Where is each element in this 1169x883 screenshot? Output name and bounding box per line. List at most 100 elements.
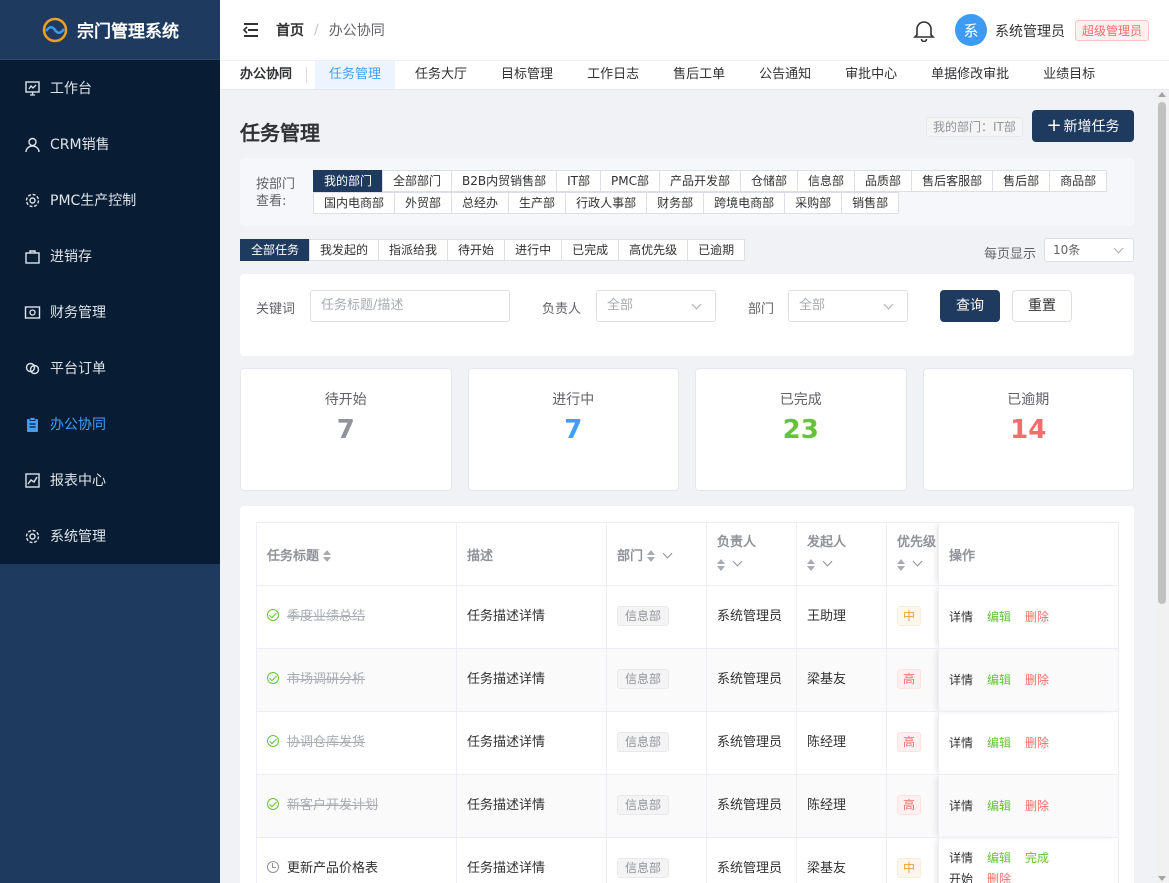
sidebar-item-8[interactable]: 系统管理: [0, 508, 220, 564]
tab-6[interactable]: 审批中心: [831, 61, 911, 89]
avatar[interactable]: 系: [955, 14, 987, 46]
op-1-button[interactable]: 编辑: [987, 673, 1011, 687]
op-0-button[interactable]: 详情: [949, 736, 973, 750]
op-1-button[interactable]: 编辑: [987, 799, 1011, 813]
dept-option[interactable]: 我的部门: [313, 170, 384, 192]
filter-chevron-icon[interactable]: [662, 548, 673, 558]
keyword-input[interactable]: 任务标题/描述: [310, 290, 510, 322]
op-4-button[interactable]: 删除: [987, 872, 1011, 883]
stat-card[interactable]: 已完成 23: [695, 368, 907, 491]
filter-chevron-icon[interactable]: [912, 556, 923, 567]
dept-select[interactable]: 全部: [788, 290, 908, 322]
table-row[interactable]: 更新产品价格表 任务描述详情 信息部 系统管理员 梁基友中 详情 编辑 完成 开始 删除: [256, 837, 1119, 883]
sort-icon[interactable]: [807, 558, 816, 572]
sidebar-item-4[interactable]: 财务管理: [0, 284, 220, 340]
col-header-creator[interactable]: 发起人: [796, 522, 887, 586]
status-filter-option[interactable]: 全部任务: [240, 239, 311, 261]
table-row[interactable]: 新客户开发计划 任务描述详情 信息部 系统管理员 陈经理高详情 编辑 删除: [256, 774, 1119, 838]
per-page-select[interactable]: 10条: [1044, 238, 1134, 262]
dept-option[interactable]: 跨境电商部: [703, 192, 786, 214]
tab-8[interactable]: 业绩目标: [1029, 61, 1109, 89]
status-filter-option[interactable]: 已完成: [561, 239, 620, 261]
status-filter-option[interactable]: 我发起的: [309, 239, 380, 261]
scroll-down-icon[interactable]: [1158, 876, 1166, 881]
dept-option[interactable]: 全部部门: [382, 170, 453, 192]
dept-option[interactable]: 国内电商部: [313, 192, 396, 214]
filter-chevron-icon[interactable]: [822, 556, 833, 567]
breadcrumb-home[interactable]: 首页: [276, 20, 304, 40]
dept-option[interactable]: B2B内贸销售部: [451, 170, 558, 192]
cell-title[interactable]: 季度业绩总结: [256, 585, 457, 649]
dept-option[interactable]: 销售部: [841, 192, 900, 214]
sort-icon[interactable]: [717, 558, 726, 572]
dept-option[interactable]: 仓储部: [740, 170, 799, 192]
sort-icon[interactable]: [647, 549, 656, 563]
tab-3[interactable]: 工作日志: [573, 61, 653, 89]
dept-option[interactable]: 产品开发部: [659, 170, 742, 192]
sidebar-item-5[interactable]: 平台订单: [0, 340, 220, 396]
op-2-button[interactable]: 删除: [1025, 673, 1049, 687]
tab-2[interactable]: 目标管理: [487, 61, 567, 89]
col-header-priority[interactable]: 优先级: [886, 522, 939, 586]
op-0-button[interactable]: 详情: [949, 673, 973, 687]
add-task-button[interactable]: + 新增任务: [1032, 110, 1134, 142]
op-0-button[interactable]: 详情: [949, 610, 973, 624]
table-row[interactable]: 季度业绩总结 任务描述详情 信息部 系统管理员 王助理中详情 编辑 删除: [256, 585, 1119, 649]
tab-5[interactable]: 公告通知: [745, 61, 825, 89]
op-1-button[interactable]: 编辑: [987, 851, 1011, 865]
tab-7[interactable]: 单据修改审批: [917, 61, 1023, 89]
op-2-button[interactable]: 完成: [1025, 851, 1049, 865]
op-0-button[interactable]: 详情: [949, 799, 973, 813]
op-2-button[interactable]: 删除: [1025, 799, 1049, 813]
status-filter-option[interactable]: 进行中: [504, 239, 563, 261]
stat-card[interactable]: 已逾期 14: [922, 368, 1134, 491]
dept-option[interactable]: 商品部: [1049, 170, 1108, 192]
dept-option[interactable]: 品质部: [854, 170, 913, 192]
scrollbar-thumb[interactable]: [1158, 102, 1166, 604]
status-filter-option[interactable]: 已逾期: [687, 239, 746, 261]
col-header-dept[interactable]: 部门: [606, 522, 707, 586]
op-2-button[interactable]: 删除: [1025, 736, 1049, 750]
table-row[interactable]: 协调仓库发货 任务描述详情 信息部 系统管理员 陈经理高详情 编辑 删除: [256, 711, 1119, 775]
table-row[interactable]: 市场调研分析 任务描述详情 信息部 系统管理员 梁基友高详情 编辑 删除: [256, 648, 1119, 712]
query-button[interactable]: 查询: [940, 290, 1000, 322]
cell-title[interactable]: 更新产品价格表: [256, 837, 457, 883]
sidebar-item-0[interactable]: 工作台: [0, 60, 220, 116]
dept-option[interactable]: 总经办: [451, 192, 510, 214]
sort-icon[interactable]: [323, 549, 332, 563]
tab-0[interactable]: 任务管理: [315, 61, 396, 89]
op-1-button[interactable]: 编辑: [987, 736, 1011, 750]
op-2-button[interactable]: 删除: [1025, 610, 1049, 624]
status-filter-option[interactable]: 指派给我: [378, 239, 449, 261]
op-1-button[interactable]: 编辑: [987, 610, 1011, 624]
col-header-owner[interactable]: 负责人: [706, 522, 797, 586]
dept-option[interactable]: 行政人事部: [565, 192, 648, 214]
user-name[interactable]: 系统管理员: [995, 21, 1065, 41]
dept-option[interactable]: 售后客服部: [911, 170, 994, 192]
tab-4[interactable]: 售后工单: [659, 61, 739, 89]
dept-option[interactable]: 信息部: [797, 170, 856, 192]
page-scrollbar[interactable]: [1155, 90, 1169, 883]
tab-1[interactable]: 任务大厅: [401, 61, 481, 89]
op-3-button[interactable]: 开始: [949, 872, 973, 883]
cell-title[interactable]: 新客户开发计划: [256, 774, 457, 838]
stat-card[interactable]: 待开始 7: [240, 368, 452, 491]
sort-icon[interactable]: [897, 558, 906, 572]
dept-option[interactable]: 采购部: [784, 192, 843, 214]
sidebar-item-2[interactable]: PMC生产控制: [0, 172, 220, 228]
sidebar-item-1[interactable]: CRM销售: [0, 116, 220, 172]
dept-option[interactable]: PMC部: [600, 170, 660, 192]
filter-chevron-icon[interactable]: [732, 556, 743, 567]
menu-toggle-icon[interactable]: [242, 21, 260, 39]
sidebar-item-6[interactable]: 办公协同: [0, 396, 220, 452]
dept-option[interactable]: 财务部: [646, 192, 705, 214]
dept-option[interactable]: 生产部: [508, 192, 567, 214]
op-0-button[interactable]: 详情: [949, 851, 973, 865]
cell-title[interactable]: 市场调研分析: [256, 648, 457, 712]
bell-icon[interactable]: [913, 18, 935, 42]
owner-select[interactable]: 全部: [596, 290, 716, 322]
status-filter-option[interactable]: 高优先级: [618, 239, 689, 261]
scroll-up-icon[interactable]: [1158, 92, 1166, 97]
dept-option[interactable]: 外贸部: [394, 192, 453, 214]
status-filter-option[interactable]: 待开始: [447, 239, 506, 261]
